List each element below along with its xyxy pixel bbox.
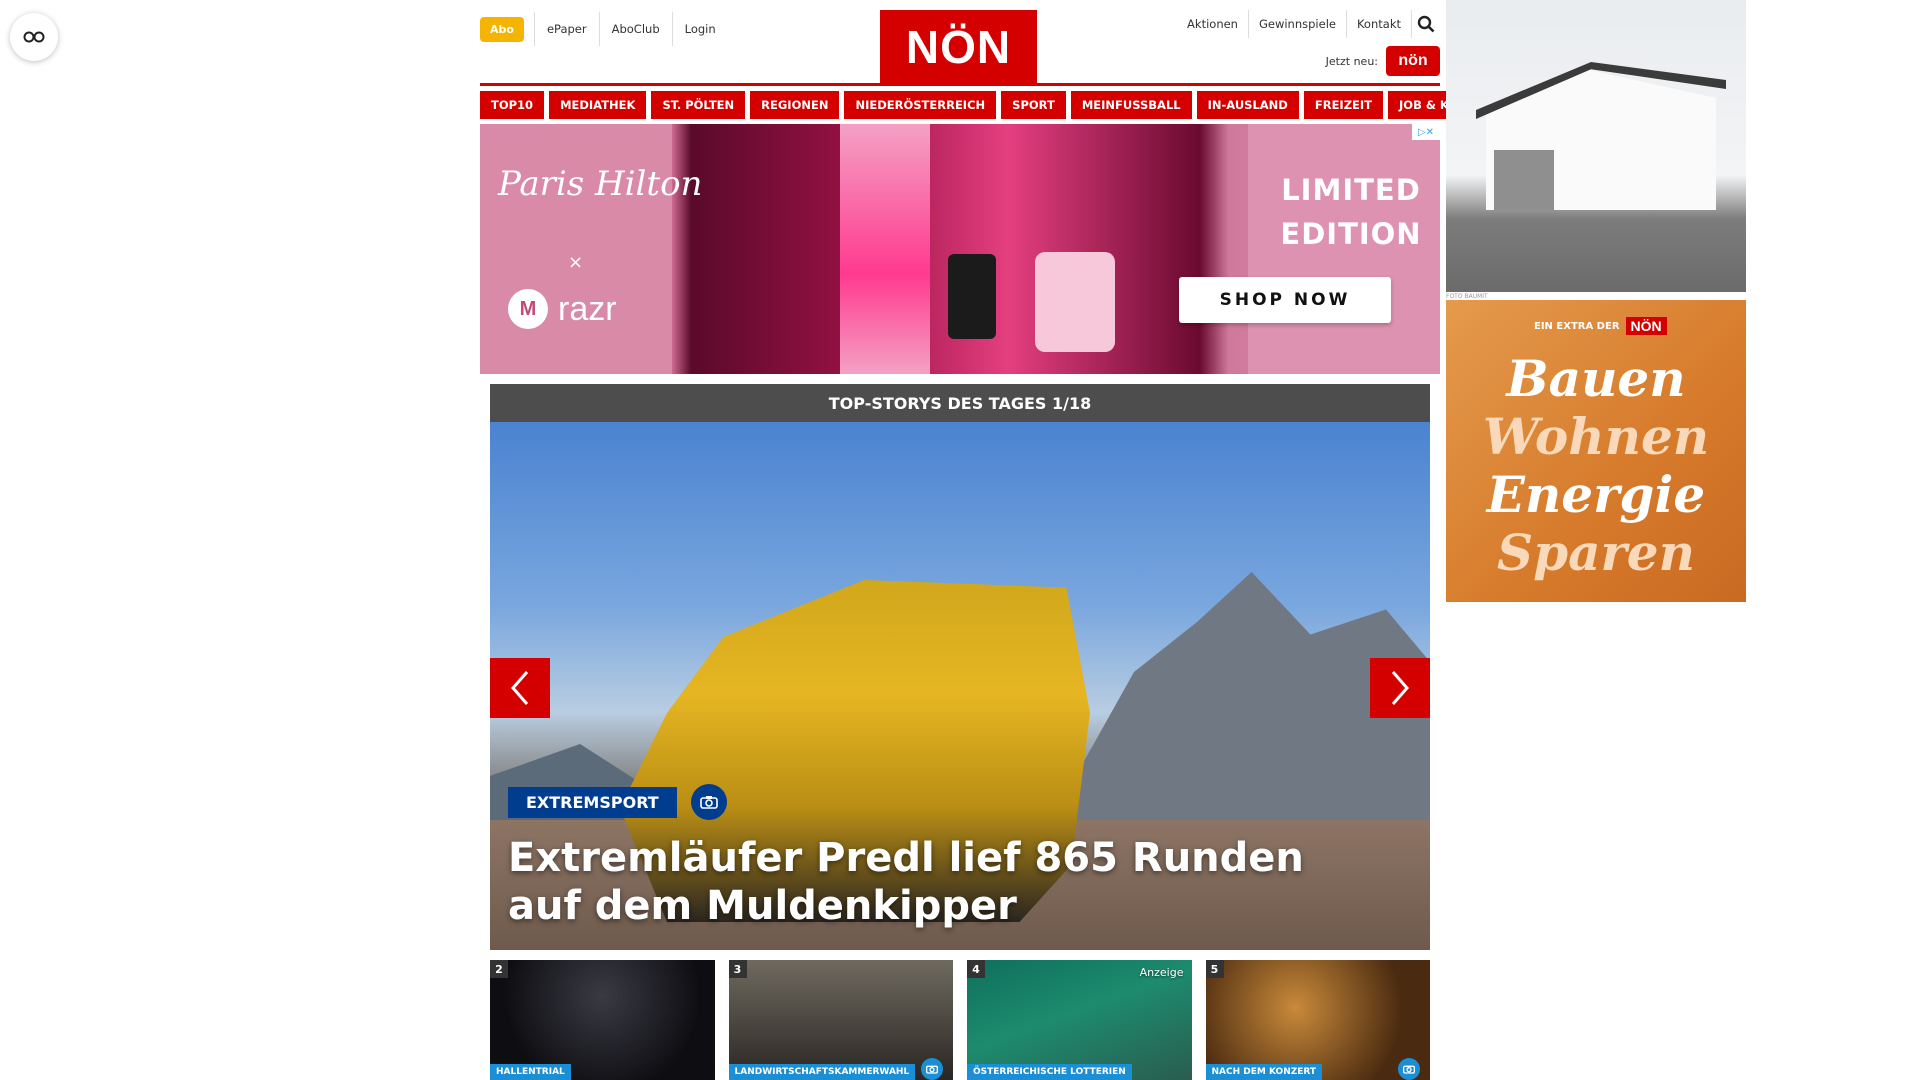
ad-words: Bauen Wohnen Energie Sparen xyxy=(1446,350,1746,582)
photo-credit: FOTO BAUMIT xyxy=(1446,293,1488,300)
garage-shape xyxy=(1494,150,1554,210)
camera-icon xyxy=(921,1058,943,1080)
thumb-category: NACH DEM KONZERT xyxy=(1205,1064,1323,1080)
search-button[interactable] xyxy=(1412,10,1440,38)
banner-right-panel: LIMITED EDITION xyxy=(1248,124,1440,374)
thumb-category: LANDWIRTSCHAFTSKAMMERWAHL xyxy=(728,1064,916,1080)
banner-brand: Paris Hilton xyxy=(498,164,703,204)
kontakt-link[interactable]: Kontakt xyxy=(1347,10,1412,38)
aktionen-link[interactable]: Aktionen xyxy=(1177,10,1249,38)
slide-category[interactable]: EXTREMSPORT xyxy=(508,786,677,818)
banner-phone-pink xyxy=(1035,252,1115,352)
jetzt-neu: Jetzt neu: nön xyxy=(1326,46,1440,76)
nav-niederoesterreich[interactable]: NIEDERÖSTERREICH xyxy=(844,91,997,119)
top-stories-slider: TOP-STORYS DES TAGES 1/18 EXTREMSPORT Ex… xyxy=(490,384,1430,950)
thumb-anzeige: Anzeige xyxy=(1139,966,1184,979)
bauen-wohnen-ad[interactable]: EIN EXTRA DER NÖN Bauen Wohnen Energie S… xyxy=(1446,300,1746,602)
camera-icon xyxy=(690,784,727,820)
thumb-story-4[interactable]: 4 Anzeige ÖSTERREICHISCHE LOTTERIEN xyxy=(967,960,1192,1080)
slide-headline[interactable]: Extremläufer Predl lief 865 Runden auf d… xyxy=(508,834,1390,930)
right-nav: Aktionen Gewinnspiele Kontakt xyxy=(1177,10,1440,38)
slide-image[interactable]: EXTREMSPORT Extremläufer Predl lief 865 … xyxy=(490,422,1430,950)
jetzt-neu-label: Jetzt neu: xyxy=(1325,54,1378,68)
nav-freizeit[interactable]: FREIZEIT xyxy=(1303,91,1384,119)
slider-title: TOP-STORYS DES TAGES 1/18 xyxy=(490,384,1430,422)
glasses-icon xyxy=(23,31,45,43)
shop-now-button[interactable]: SHOP NOW xyxy=(1179,277,1391,323)
nav-regionen[interactable]: REGIONEN xyxy=(750,91,840,119)
noen-logo[interactable]: NÖN xyxy=(880,10,1037,84)
site-header: Abo ePaper AboClub Login NÖN Aktionen Ge… xyxy=(480,0,1440,86)
extra-label: EIN EXTRA DER NÖN xyxy=(1534,317,1667,335)
word-energie: Energie xyxy=(1486,465,1706,524)
word-wohnen: Wohnen xyxy=(1482,407,1710,466)
banner-ad[interactable]: Paris Hilton × M razr LIMITED EDITION SH… xyxy=(480,124,1440,374)
slide-caption: EXTREMSPORT Extremläufer Predl lief 865 … xyxy=(508,784,1390,930)
nav-st-poelten[interactable]: ST. PÖLTEN xyxy=(651,91,746,119)
adchoices-icon[interactable]: ▷✕ xyxy=(1412,124,1440,140)
banner-limited-edition: LIMITED EDITION xyxy=(1280,173,1422,251)
top-nav: Abo ePaper AboClub Login xyxy=(480,12,728,46)
nav-sport[interactable]: SPORT xyxy=(1001,91,1066,119)
thumb-story-3[interactable]: 3 LANDWIRTSCHAFTSKAMMERWAHL xyxy=(728,960,953,1080)
thumb-category: ÖSTERREICHISCHE LOTTERIEN xyxy=(967,1064,1132,1080)
story-thumbnails: 2 HALLENTRIAL 3 LANDWIRTSCHAFTSKAMMERWAH… xyxy=(490,960,1430,1080)
camera-icon xyxy=(1398,1058,1420,1080)
main-nav: TOP10 MEDIATHEK ST. PÖLTEN REGIONEN NIED… xyxy=(480,91,1516,119)
extra-text: EIN EXTRA DER xyxy=(1534,320,1620,332)
chevron-right-icon xyxy=(1391,671,1409,705)
thumb-number: 5 xyxy=(1205,960,1224,978)
word-sparen: Sparen xyxy=(1497,523,1695,582)
epaper-link[interactable]: ePaper xyxy=(533,12,600,46)
banner-phone-black xyxy=(948,254,996,339)
thumb-story-5[interactable]: 5 NACH DEM KONZERT xyxy=(1205,960,1430,1080)
accessibility-button[interactable] xyxy=(10,13,58,61)
razr-text: razr xyxy=(558,289,617,328)
abo-button[interactable]: Abo xyxy=(480,16,524,42)
nav-mediathek[interactable]: MEDIATHEK xyxy=(549,91,647,119)
chevron-left-icon xyxy=(511,671,529,705)
nav-top10[interactable]: TOP10 xyxy=(480,91,545,119)
thumb-category: HALLENTRIAL xyxy=(490,1064,571,1080)
banner-x: × xyxy=(568,252,584,273)
motorola-logo-icon: M xyxy=(508,289,548,329)
banner-razr: M razr xyxy=(508,289,617,329)
slider-prev-button[interactable] xyxy=(490,658,550,718)
thumb-story-2[interactable]: 2 HALLENTRIAL xyxy=(490,960,715,1080)
banner-product-box xyxy=(840,124,930,374)
banner-left-panel xyxy=(480,124,672,374)
thumb-number: 4 xyxy=(967,960,985,978)
house-ad[interactable] xyxy=(1446,0,1746,292)
jetzt-neu-badge[interactable]: nön xyxy=(1386,46,1440,76)
gewinnspiele-link[interactable]: Gewinnspiele xyxy=(1249,10,1347,38)
nav-in-ausland[interactable]: IN-AUSLAND xyxy=(1196,91,1299,119)
word-bauen: Bauen xyxy=(1506,349,1686,408)
slider-next-button[interactable] xyxy=(1370,658,1430,718)
extra-noen-logo: NÖN xyxy=(1625,317,1667,335)
thumb-number: 2 xyxy=(490,960,508,978)
nav-meinfussball[interactable]: MEINFUSSBALL xyxy=(1070,91,1192,119)
aboclub-link[interactable]: AboClub xyxy=(600,12,673,46)
search-icon xyxy=(1417,15,1435,33)
thumb-number: 3 xyxy=(728,960,747,978)
login-link[interactable]: Login xyxy=(673,12,728,46)
